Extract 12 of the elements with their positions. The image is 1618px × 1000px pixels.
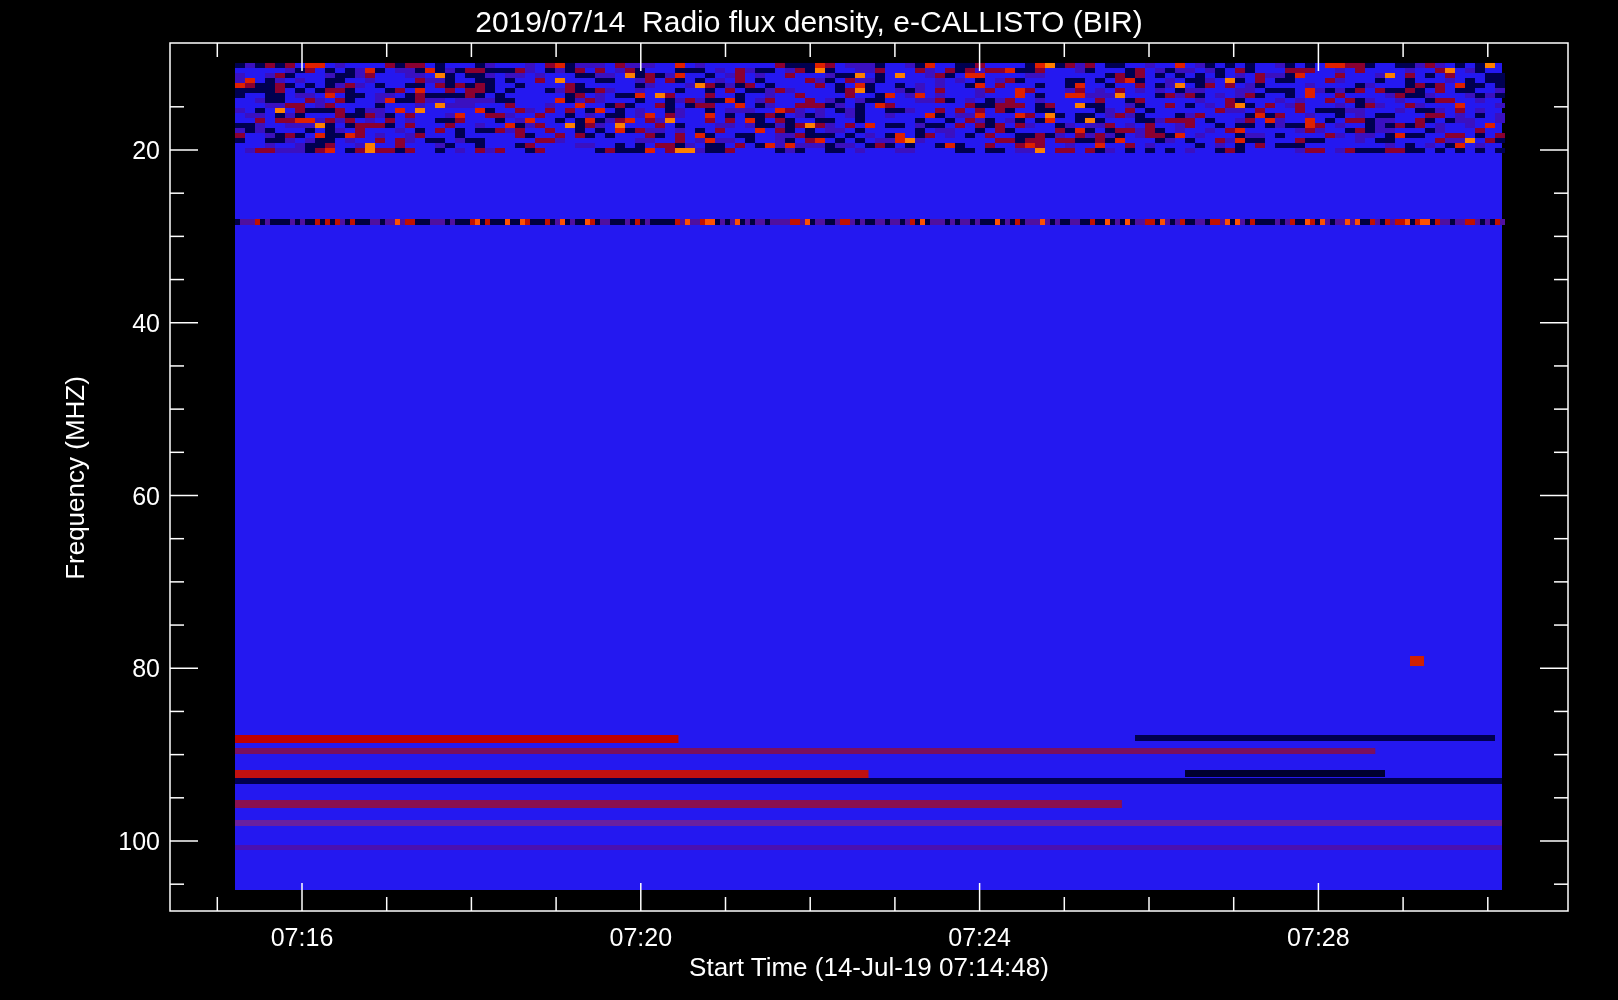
x-axis-label: Start Time (14-Jul-19 07:14:48) xyxy=(689,952,1049,982)
x-tick-label: 07:28 xyxy=(1287,923,1350,951)
y-axis-label: Frequency (MHZ) xyxy=(60,376,90,580)
x-tick-label: 07:24 xyxy=(948,923,1011,951)
x-tick-label: 07:16 xyxy=(270,923,334,951)
y-tick-label: 100 xyxy=(118,827,160,855)
x-tick-label: 07:20 xyxy=(609,923,673,951)
y-tick-label: 80 xyxy=(132,654,160,683)
chart-title: 2019/07/14 Radio flux density, e-CALLISTO (BIR) xyxy=(475,5,1143,38)
y-tick-label: 20 xyxy=(132,136,160,164)
y-tick-label: 60 xyxy=(132,481,160,510)
y-tick-label: 40 xyxy=(132,308,160,337)
